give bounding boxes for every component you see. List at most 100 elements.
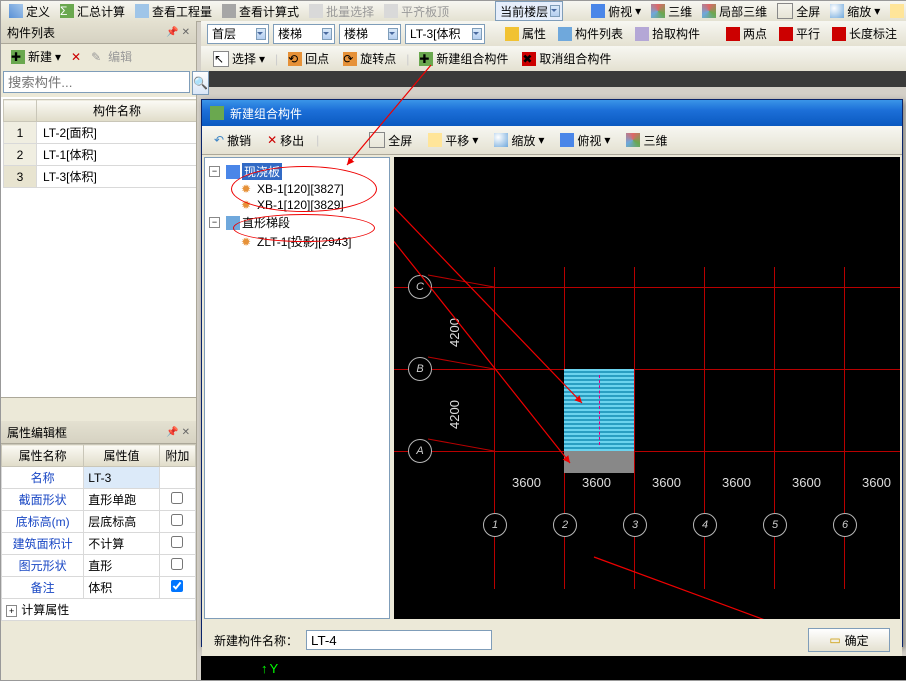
tb-sum[interactable]: Σ汇总计算 [56, 2, 129, 21]
btn-dim[interactable]: 长度标注 [828, 24, 901, 43]
prop-row[interactable]: 备注体积 [2, 577, 196, 599]
btn-new[interactable]: ✚新建 ▾ [7, 47, 65, 66]
btn-pan2[interactable]: 平移 ▾ [424, 131, 482, 150]
btn-3d2[interactable]: 三维 [622, 131, 671, 150]
btn-props[interactable]: 属性 [501, 24, 550, 43]
btn-edit[interactable]: ✎编辑 [87, 47, 136, 66]
tb-view-qty[interactable]: 查看工程量 [131, 2, 216, 21]
prop-val[interactable]: 体积 [84, 577, 160, 599]
btn-rotpt1[interactable]: ⟲回点 [284, 49, 333, 68]
tree-leaf[interactable]: ✹ZLT-1[投影][2943] [209, 232, 385, 251]
tree-leaf[interactable]: ✹XB-1[120][3829] [209, 197, 385, 213]
combo-comp[interactable]: LT-3[体积 [405, 24, 485, 44]
prop-check[interactable] [171, 558, 183, 570]
tb-zoom[interactable]: 缩放 ▾ [826, 2, 884, 21]
fullscreen-icon [369, 132, 385, 148]
prop-val[interactable]: 不计算 [84, 533, 160, 555]
row-name: LT-3[体积] [37, 166, 197, 188]
tb-label: 取消组合构件 [539, 50, 611, 67]
btn-select[interactable]: ↖选择 ▾ [209, 49, 269, 68]
btn-full2[interactable]: 全屏 [365, 131, 416, 150]
prop-check[interactable] [171, 536, 183, 548]
collapse-icon[interactable]: − [209, 166, 220, 177]
status-strip: Y [201, 656, 906, 680]
component-name-input[interactable] [306, 630, 492, 650]
prop-val[interactable]: 直形 [84, 555, 160, 577]
component-list[interactable]: 构件名称 1LT-2[面积] 2LT-1[体积] 3LT-3[体积] [1, 97, 196, 398]
search-row: 🔍 [1, 69, 196, 97]
tree-label: 直形梯段 [242, 214, 290, 231]
newgroup-icon: ✚ [419, 52, 433, 66]
component-row[interactable]: 1LT-2[面积] [4, 122, 197, 144]
tb-label: 新建 [28, 48, 52, 65]
slab-element[interactable] [564, 451, 634, 473]
btn-rotpt2[interactable]: ⟳旋转点 [339, 49, 400, 68]
tree-node-slab[interactable]: −现浇板 [209, 162, 385, 181]
prop-row[interactable]: 名称LT-3 [2, 467, 196, 489]
tb-pan[interactable]: 平移 [886, 2, 906, 21]
tree-pane[interactable]: −现浇板 ✹XB-1[120][3827] ✹XB-1[120][3829] −… [204, 157, 390, 619]
pan-icon [428, 133, 442, 147]
prop-val[interactable]: LT-3 [84, 467, 160, 489]
prop-check[interactable] [171, 492, 183, 504]
tb-label: 缩放 [511, 132, 535, 149]
prop-check[interactable] [171, 580, 183, 592]
stair-element[interactable] [564, 369, 634, 451]
prop-expand-row[interactable]: +计算属性 [2, 599, 196, 621]
floor-combo[interactable]: 当前楼层 [495, 1, 563, 21]
row-name: LT-2[面积] [37, 122, 197, 144]
prop-check[interactable] [171, 514, 183, 526]
prop-name: 底标高(m) [2, 511, 84, 533]
dialog-titlebar[interactable]: 新建组合构件 [202, 100, 902, 126]
pan-icon [890, 4, 904, 18]
fullscreen-icon [777, 3, 793, 19]
tb-topview[interactable]: 俯视 ▾ [587, 2, 645, 21]
tb-define[interactable]: 定义 [5, 2, 54, 21]
prop-val[interactable]: 直形单跑 [84, 489, 160, 511]
prop-row[interactable]: 底标高(m)层底标高 [2, 511, 196, 533]
viewport[interactable]: C B A 1 2 3 4 5 6 4200 4200 3600 3600 36… [394, 157, 900, 619]
tb-view-calc[interactable]: 查看计算式 [218, 2, 303, 21]
combo-floor[interactable]: 首层 [207, 24, 269, 44]
tb-label: 选择 [232, 50, 256, 67]
tb-full[interactable]: 全屏 [773, 2, 824, 21]
prop-val[interactable]: 层底标高 [84, 511, 160, 533]
prop-row[interactable]: 建筑面积计不计算 [2, 533, 196, 555]
panel-controls[interactable]: 📌 ✕ [166, 27, 190, 38]
btn-undo[interactable]: ↶撤销 [210, 131, 255, 150]
tb-local3d[interactable]: 局部三维 [698, 2, 771, 21]
prop-row[interactable]: 截面形状直形单跑 [2, 489, 196, 511]
del-icon[interactable]: ✕ [71, 50, 81, 64]
combo-cat[interactable]: 楼梯 [273, 24, 335, 44]
tb-align[interactable]: 平齐板顶 [380, 2, 453, 21]
dim-text: 4200 [447, 318, 462, 347]
btn-parallel[interactable]: 平行 [775, 24, 824, 43]
panel-controls[interactable]: 📌 ✕ [166, 427, 190, 438]
tb-3d[interactable]: 三维 [647, 2, 696, 21]
component-row[interactable]: 2LT-1[体积] [4, 144, 197, 166]
btn-top2[interactable]: 俯视 ▾ [556, 131, 614, 150]
ok-button[interactable]: ▭确定 [808, 628, 890, 652]
collapse-icon[interactable]: − [209, 217, 220, 228]
search-input[interactable] [3, 71, 190, 93]
btn-cancelgroup[interactable]: ✖取消组合构件 [518, 49, 615, 68]
tb-batch[interactable]: 批量选择 [305, 2, 378, 21]
search-button[interactable]: 🔍 [192, 71, 209, 95]
btn-complist[interactable]: 构件列表 [554, 24, 627, 43]
combo-type[interactable]: 楼梯 [339, 24, 401, 44]
cube-icon [626, 133, 640, 147]
btn-pick[interactable]: 拾取构件 [631, 24, 704, 43]
dialog-icon [210, 106, 224, 120]
btn-2pt[interactable]: 两点 [722, 24, 771, 43]
component-row-selected[interactable]: 3LT-3[体积] [4, 166, 197, 188]
tree-leaf[interactable]: ✹XB-1[120][3827] [209, 181, 385, 197]
stair-icon [226, 216, 240, 230]
btn-moveout[interactable]: ✕移出 [263, 131, 308, 150]
secondary-toolbar: 首层 楼梯 楼梯 LT-3[体积 属性 构件列表 拾取构件 两点 平行 长度标注 [201, 21, 906, 47]
btn-newgroup[interactable]: ✚新建组合构件 [415, 49, 512, 68]
prop-name: 计算属性 [21, 603, 69, 617]
btn-zoom2[interactable]: 缩放 ▾ [490, 131, 548, 150]
gridline [494, 267, 495, 589]
tree-node-stair[interactable]: − 直形梯段 [209, 213, 385, 232]
prop-row[interactable]: 图元形状直形 [2, 555, 196, 577]
